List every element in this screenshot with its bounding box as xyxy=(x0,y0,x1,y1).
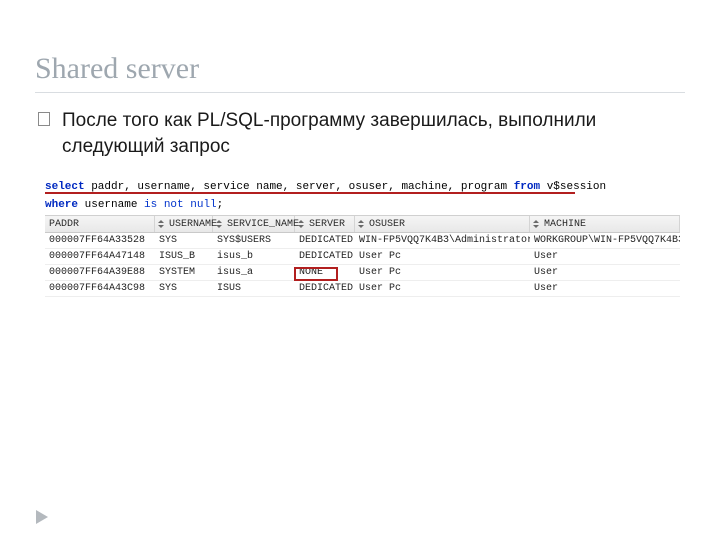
cell-machine: User xyxy=(530,265,680,280)
sort-icon xyxy=(297,219,305,229)
cell-osuser: User Pc xyxy=(355,249,530,264)
cell-service: isus_b xyxy=(213,249,295,264)
sql-where-kw: where xyxy=(45,199,78,211)
cell-osuser: User Pc xyxy=(355,265,530,280)
table-row: 000007FF64A47148 ISUS_B isus_b DEDICATED… xyxy=(45,249,680,265)
slide-body-text: После того как PL/SQL-программу завершил… xyxy=(62,108,672,159)
sql-semicolon: ; xyxy=(217,199,224,211)
sort-icon xyxy=(357,219,365,229)
cell-server: DEDICATED xyxy=(295,249,355,264)
cell-osuser: User Pc xyxy=(355,281,530,296)
col-header-service-name[interactable]: SERVICE_NAME xyxy=(213,216,295,232)
cell-osuser: WIN-FP5VQQ7K4B3\Administrator xyxy=(355,233,530,248)
cell-machine: User xyxy=(530,281,680,296)
cell-service: ISUS xyxy=(213,281,295,296)
table-row: 000007FF64A43C98 SYS ISUS DEDICATED User… xyxy=(45,281,680,297)
cell-paddr: 000007FF64A33528 xyxy=(45,233,155,248)
cell-service: isus_a xyxy=(213,265,295,280)
cell-paddr: 000007FF64A43C98 xyxy=(45,281,155,296)
table-header-row: PADDR USERNAME SERVICE_NAME SERVER OSUSE… xyxy=(45,215,680,233)
cell-username: SYS xyxy=(155,281,213,296)
cell-paddr: 000007FF64A39E88 xyxy=(45,265,155,280)
col-header-server[interactable]: SERVER xyxy=(295,216,355,232)
highlight-underline xyxy=(45,192,575,194)
sql-cond-left: username xyxy=(78,199,144,211)
sort-icon xyxy=(532,219,540,229)
col-header-username[interactable]: USERNAME xyxy=(155,216,213,232)
cell-username: SYSTEM xyxy=(155,265,213,280)
bullet-icon xyxy=(38,112,50,126)
sort-icon xyxy=(215,219,223,229)
cell-server: DEDICATED xyxy=(295,233,355,248)
results-table: PADDR USERNAME SERVICE_NAME SERVER OSUSE… xyxy=(45,215,680,297)
col-header-paddr[interactable]: PADDR xyxy=(45,216,155,232)
next-slide-arrow-icon[interactable] xyxy=(36,510,48,524)
cell-service: SYS$USERS xyxy=(213,233,295,248)
table-row: 000007FF64A39E88 SYSTEM isus_a NONE User… xyxy=(45,265,680,281)
col-header-osuser[interactable]: OSUSER xyxy=(355,216,530,232)
title-rule xyxy=(35,92,685,93)
sql-is-not-null: is not null xyxy=(144,199,217,211)
cell-username: SYS xyxy=(155,233,213,248)
cell-username: ISUS_B xyxy=(155,249,213,264)
cell-server: NONE xyxy=(295,265,355,280)
cell-server: DEDICATED xyxy=(295,281,355,296)
sql-query: select paddr, username, service name, se… xyxy=(45,178,606,214)
cell-machine: WORKGROUP\WIN-FP5VQQ7K4B3 xyxy=(530,233,680,248)
slide-title: Shared server xyxy=(35,52,199,86)
cell-machine: User xyxy=(530,249,680,264)
col-header-machine[interactable]: MACHINE xyxy=(530,216,680,232)
table-row: 000007FF64A33528 SYS SYS$USERS DEDICATED… xyxy=(45,233,680,249)
sort-icon xyxy=(157,219,165,229)
cell-paddr: 000007FF64A47148 xyxy=(45,249,155,264)
